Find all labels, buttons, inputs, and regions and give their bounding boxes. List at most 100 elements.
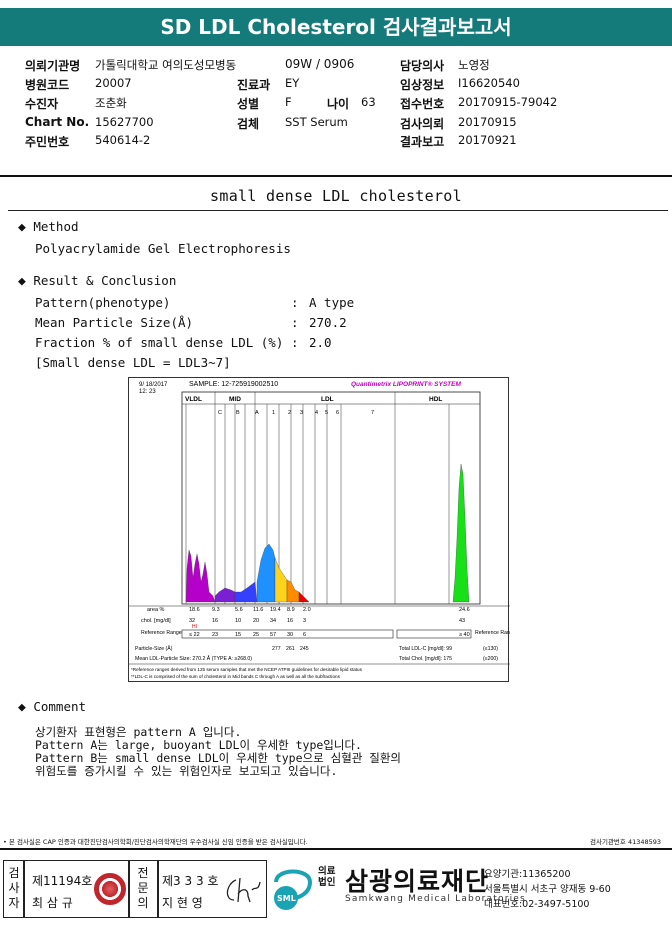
sig-divider — [23, 860, 25, 918]
result-value-size: 270.2 — [309, 315, 347, 330]
age-label: 나이 — [327, 97, 350, 111]
area-value: 18.6 — [189, 607, 200, 613]
institution-row: 의뢰기관명 가톨릭대학교 여의도성모병동 — [25, 57, 295, 73]
request-row: 검사의뢰 20170915 — [400, 115, 650, 131]
org-name: 삼광의료재단 — [345, 867, 490, 896]
chart-label: Chart No. — [25, 115, 90, 129]
group-ldl: LDL — [321, 396, 334, 403]
hospital-code-value: 20007 — [95, 76, 132, 90]
logo-text: SML — [277, 894, 296, 903]
specialist-license: 제3 3 3 호 — [162, 874, 219, 888]
area-value: 24.6 — [459, 607, 470, 613]
peak-ldl-1 — [256, 543, 276, 603]
specialist-vertical-label: 전문의 — [137, 866, 149, 910]
request-value: 20170915 — [458, 115, 517, 129]
diamond-bullet-icon: ◆ — [18, 274, 26, 289]
tester-license: 제11194호 — [32, 874, 93, 888]
report-title: SD LDL Cholesterol 검사결과보고서 — [0, 8, 672, 46]
handwritten-signature-icon — [226, 877, 261, 903]
clinical-value: I16620540 — [458, 76, 520, 90]
band-dividers — [185, 392, 450, 604]
bottom-divider — [0, 848, 672, 850]
method-heading: Method — [33, 219, 79, 234]
peak-vldl — [185, 549, 216, 603]
print-time: 12: 23 — [139, 389, 156, 395]
dept-label: 진료과 — [237, 78, 271, 92]
id-label: 주민번호 — [25, 135, 70, 149]
band-label: C — [218, 410, 222, 416]
section-divider — [8, 210, 668, 211]
area-value: 2.0 — [303, 607, 311, 613]
sample-id: SAMPLE: 12-725919002510 — [189, 381, 278, 388]
band-labels: C B A 1 2 3 4 5 6 7 — [218, 410, 374, 416]
result-label-fraction: Fraction % of small dense LDL (%) — [35, 335, 284, 350]
particle-size-label: Particle-Size (Å) — [135, 645, 173, 652]
reference-value: 23 — [212, 632, 218, 638]
clinical-row: 임상정보 I16620540 — [400, 76, 650, 92]
result-colon: : — [291, 315, 299, 330]
age-value: 63 — [361, 95, 376, 109]
result-label-pattern: Pattern(phenotype) — [35, 295, 171, 310]
result-value-pattern: A type — [309, 295, 355, 310]
result-value-fraction: 2.0 — [309, 335, 332, 350]
org-prefix: 의료법인 — [318, 866, 336, 888]
result-heading: Result & Conclusion — [33, 273, 177, 288]
area-value: 8.9 — [287, 607, 295, 613]
sml-logo-icon: SML — [272, 864, 314, 912]
row-ref-label: Reference Range — [141, 630, 182, 636]
footnote-2: **LDL-C is comprised of the sum of chole… — [131, 674, 341, 679]
page-reference: 검사기관번호 41348593 — [590, 838, 662, 846]
id-row: 주민번호 540614-2 — [25, 133, 225, 149]
group-vldl: VLDL — [185, 396, 202, 403]
id-value: 540614-2 — [95, 133, 151, 147]
peak-ldl-2 — [274, 557, 288, 603]
plot-frame — [181, 391, 481, 605]
method-text: Polyacrylamide Gel Electrophoresis — [35, 241, 291, 256]
report-row: 결과보고 20170921 — [400, 133, 650, 149]
sig-divider — [157, 860, 159, 918]
peak-hdl — [452, 463, 470, 603]
row-ref-label-right: Reference Range — [475, 630, 510, 636]
specimen-row: 검체 SST Serum — [237, 115, 387, 131]
group-mid: MID — [229, 396, 241, 403]
ward-code: 09W / 0906 — [285, 57, 355, 71]
total-ldl: Total LDL-C [mg/dl]: 99 — [399, 646, 452, 652]
official-seal-icon — [94, 873, 126, 905]
reference-values: ≤ 22 23 15 25 57 30 6 ≥ 40 — [189, 632, 470, 638]
reference-value: 57 — [270, 632, 276, 638]
dept-value: EY — [285, 76, 300, 90]
particle-size-2: 261 — [286, 646, 295, 652]
tester-vertical-label: 검사자 — [8, 866, 20, 910]
result-note: [Small dense LDL = LDL3~7] — [35, 355, 231, 370]
result-label-size: Mean Particle Size(Å) — [35, 315, 194, 330]
patient-row: 수진자 조춘화 — [25, 95, 225, 111]
reference-value: 6 — [303, 632, 306, 638]
reference-value: 15 — [235, 632, 241, 638]
reference-value: ≥ 40 — [459, 632, 470, 638]
reference-value: 25 — [253, 632, 259, 638]
area-value: 5.6 — [235, 607, 243, 613]
print-date: 9/ 18/2017 — [139, 382, 168, 388]
specialist-name: 지 현 영 — [162, 896, 203, 910]
reference-value: 30 — [287, 632, 293, 638]
receipt-label: 접수번호 — [400, 97, 445, 111]
particle-size-1: 277 — [272, 646, 281, 652]
org-phone: 대표번호:02-3497-5100 — [484, 899, 590, 910]
sig-divider — [128, 860, 130, 918]
hospital-code-label: 병원코드 — [25, 78, 70, 92]
sex-label: 성별 — [237, 97, 260, 111]
hospital-code-row: 병원코드 20007 — [25, 76, 225, 92]
chart-value: 15627700 — [95, 115, 154, 129]
accreditation-notice: • 본 검사실은 CAP 인증과 대한진단검사의학회/진단검사의학재단의 우수검… — [3, 838, 308, 846]
diamond-bullet-icon: ◆ — [18, 220, 26, 235]
comment-heading-row: ◆ Comment — [18, 699, 86, 715]
receipt-value: 20170915-79042 — [458, 95, 558, 109]
diamond-bullet-icon: ◆ — [18, 700, 26, 715]
lipoprint-report: 9/ 18/2017 12: 23 SAMPLE: 12-72591900251… — [128, 377, 510, 682]
area-value: 19.4 — [270, 607, 281, 613]
request-label: 검사의뢰 — [400, 117, 445, 131]
brand-logo: Quantimetrix LIPOPRINT® SYSTEM — [351, 380, 461, 388]
area-values: 18.6 9.3 5.6 11.6 19.4 8.9 2.0 24.6 — [189, 607, 470, 613]
particle-size-3: 245 — [300, 646, 309, 652]
band-label: 3 — [300, 410, 303, 416]
